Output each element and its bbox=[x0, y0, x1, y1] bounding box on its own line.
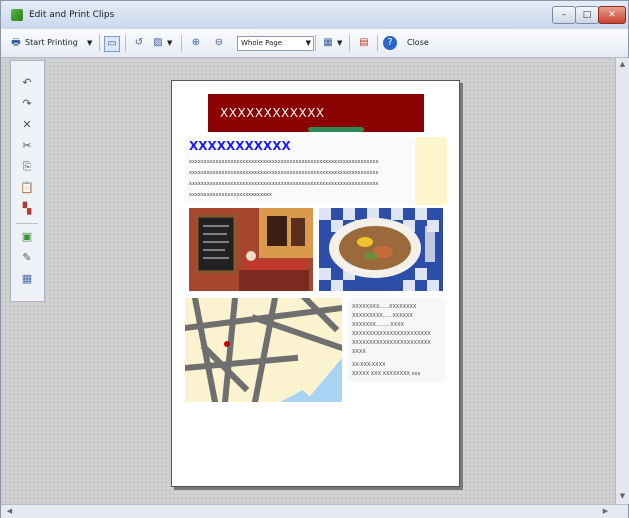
toolbar-separator bbox=[377, 35, 378, 51]
info-line: XXXXXXXXXXXXXXXXXXXXXXX bbox=[352, 331, 431, 337]
body-line: xxxxxxxxxxxxxxxxxxxxxxxxxxxx bbox=[189, 192, 272, 198]
restaurant-photo-image bbox=[189, 208, 313, 291]
info-line: XXXXXXX.........XXXX bbox=[352, 322, 404, 328]
restaurant-photo[interactable] bbox=[189, 208, 313, 291]
toolbar-separator bbox=[349, 35, 350, 51]
body-line: xxxxxxxxxxxxxxxxxxxxxxxxxxxxxxxxxxxxxxxx… bbox=[189, 159, 379, 165]
paste-icon[interactable]: 📋 bbox=[19, 180, 35, 196]
banner-clip[interactable]: XXXXXXXXXXXX bbox=[208, 94, 424, 132]
info-line: XXXXXXXXX......XXXXXX bbox=[352, 313, 413, 319]
info-line: XX-XXX-XXXX bbox=[352, 362, 386, 368]
close-button[interactable]: Close bbox=[407, 35, 429, 51]
toolbar-separator bbox=[99, 35, 100, 51]
scroll-down-arrow[interactable]: ▼ bbox=[616, 492, 629, 500]
toolbar: 🖶 Start Printing ▼ ▭ ↺ ▨ ▼ ⊕ ⊖ Whole Pag… bbox=[1, 29, 628, 58]
info-line: XXXXX XXX XXXXXXXX xxx bbox=[352, 371, 421, 377]
printer-icon[interactable]: 🖶 bbox=[9, 36, 23, 50]
rotate-icon[interactable]: ↺ bbox=[132, 36, 146, 50]
title-bar: Edit and Print Clips – □ ✕ bbox=[1, 1, 628, 29]
banner-accent bbox=[308, 127, 364, 132]
print-preview-icon[interactable]: ▤ bbox=[357, 36, 371, 50]
body-line: xxxxxxxxxxxxxxxxxxxxxxxxxxxxxxxxxxxxxxxx… bbox=[189, 170, 379, 176]
close-window-button[interactable]: ✕ bbox=[598, 6, 626, 24]
vertical-scrollbar[interactable]: ▲ ▼ bbox=[615, 58, 629, 504]
chevron-down-icon: ▼ bbox=[305, 39, 311, 47]
body-line: xxxxxxxxxxxxxxxxxxxxxxxxxxxxxxxxxxxxxxxx… bbox=[189, 181, 379, 187]
start-printing-dropdown-arrow[interactable]: ▼ bbox=[87, 35, 92, 51]
undo-icon[interactable]: ↶ bbox=[19, 75, 35, 91]
scroll-right-arrow[interactable]: ▶ bbox=[599, 507, 612, 515]
delete-icon[interactable]: ✕ bbox=[19, 117, 35, 133]
app-window: Edit and Print Clips – □ ✕ 🖶 Start Print… bbox=[0, 0, 629, 518]
food-photo-image bbox=[319, 208, 443, 291]
zoom-select[interactable]: Whole Page ▼ bbox=[237, 36, 314, 51]
toolbar-separator bbox=[181, 35, 182, 51]
edit-tools-sidebar: ↶ ↷ ✕ ✂ ⎘ 📋 ▚ ▣ ✎ ▦ bbox=[10, 60, 45, 302]
add-clip-icon[interactable]: ▣ bbox=[19, 229, 35, 245]
toolbar-separator bbox=[125, 35, 126, 51]
zoom-in-icon[interactable]: ⊕ bbox=[189, 36, 203, 50]
start-printing-button[interactable]: Start Printing bbox=[25, 35, 78, 51]
maximize-button[interactable]: □ bbox=[575, 6, 599, 24]
cut-icon[interactable]: ✂ bbox=[19, 138, 35, 154]
food-photo[interactable] bbox=[319, 208, 443, 291]
sidebar-separator bbox=[16, 223, 38, 224]
info-line: XXXXXXXX......XXXXXXXX bbox=[352, 304, 417, 310]
article-headline: XXXXXXXXXXX bbox=[189, 139, 291, 153]
page-view-icon[interactable]: ▭ bbox=[104, 36, 120, 52]
remove-clip-icon[interactable]: ▚ bbox=[19, 201, 35, 217]
horizontal-scrollbar[interactable]: ◀ ▶ bbox=[1, 504, 628, 518]
help-icon[interactable]: ? bbox=[383, 36, 397, 50]
redo-icon[interactable]: ↷ bbox=[19, 96, 35, 112]
toolbar-separator bbox=[315, 35, 316, 51]
layout-dropdown-arrow[interactable]: ▼ bbox=[337, 35, 342, 51]
arrange-icon[interactable]: ▦ bbox=[19, 271, 35, 287]
info-line: XXXX bbox=[352, 349, 366, 355]
image-dropdown-arrow[interactable]: ▼ bbox=[167, 35, 172, 51]
edit-clip-icon[interactable]: ✎ bbox=[19, 250, 35, 266]
scroll-left-arrow[interactable]: ◀ bbox=[3, 507, 16, 515]
minimize-button[interactable]: – bbox=[552, 6, 576, 24]
image-icon[interactable]: ▨ bbox=[151, 36, 165, 50]
banner-text: XXXXXXXXXXXX bbox=[220, 106, 325, 120]
print-page[interactable]: XXXXXXXXXXXX XXXXXXXXXXX xxxxxxxxxxxxxxx… bbox=[171, 80, 460, 487]
map-clip[interactable] bbox=[181, 293, 346, 406]
map-image bbox=[181, 293, 346, 406]
article-clip[interactable]: XXXXXXXXXXX xxxxxxxxxxxxxxxxxxxxxxxxxxxx… bbox=[185, 137, 447, 205]
copy-icon[interactable]: ⎘ bbox=[19, 159, 35, 175]
info-line: XXXXXXXXXXXXXXXXXXXXXXX bbox=[352, 340, 431, 346]
zoom-select-value: Whole Page bbox=[241, 39, 283, 47]
zoom-out-icon[interactable]: ⊖ bbox=[212, 36, 226, 50]
scroll-up-arrow[interactable]: ▲ bbox=[616, 60, 629, 68]
info-clip[interactable]: XXXXXXXX......XXXXXXXX XXXXXXXXX......XX… bbox=[348, 298, 445, 382]
app-icon bbox=[11, 9, 23, 21]
window-title: Edit and Print Clips bbox=[29, 10, 115, 20]
layout-grid-icon[interactable]: ▦ bbox=[321, 36, 335, 50]
